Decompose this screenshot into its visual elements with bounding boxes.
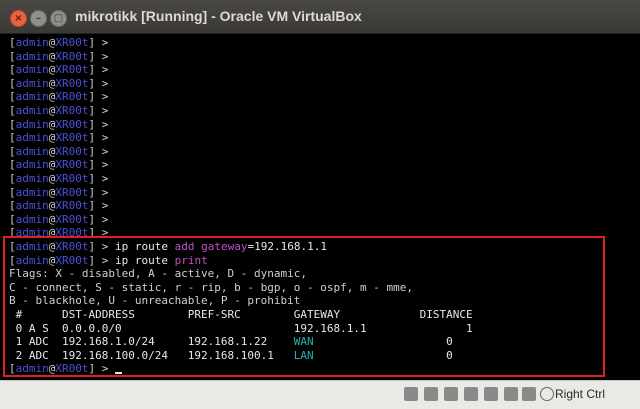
terminal-prompt-line: [admin@XR00t] > xyxy=(9,131,115,144)
network-icon[interactable] xyxy=(464,387,478,401)
prompt-host: XR00t xyxy=(55,90,89,104)
prompt-host: XR00t xyxy=(55,158,89,172)
prompt-bracket: ] > xyxy=(88,117,115,131)
prompt-bracket: [ xyxy=(9,185,16,199)
prompt-user: admin xyxy=(15,49,49,63)
prompt-user: admin xyxy=(15,76,49,90)
prompt-host: XR00t xyxy=(55,144,89,158)
prompt-bracket: ] > xyxy=(88,172,115,185)
prompt-bracket: [ xyxy=(9,199,16,213)
prompt-user: admin xyxy=(15,36,49,49)
terminal-prompt-line: [admin@XR00t] > xyxy=(9,63,115,76)
prompt-user: admin xyxy=(15,185,49,199)
prompt-bracket: [ xyxy=(9,36,16,49)
prompt-host: XR00t xyxy=(55,131,89,145)
prompt-host: XR00t xyxy=(55,172,89,185)
mouse-integration-icon[interactable] xyxy=(540,387,554,401)
prompt-host: XR00t xyxy=(55,63,89,77)
prompt-user: admin xyxy=(15,104,49,117)
optical-drive-icon[interactable] xyxy=(424,387,438,401)
prompt-bracket: [ xyxy=(9,131,16,145)
prompt-bracket: [ xyxy=(9,104,16,117)
prompt-user: admin xyxy=(15,199,49,213)
terminal-prompt-line: [admin@XR00t] > xyxy=(9,36,115,49)
hard-disk-icon[interactable] xyxy=(404,387,418,401)
prompt-bracket: ] > xyxy=(88,104,115,117)
prompt-bracket: ] > xyxy=(88,212,115,226)
terminal-prompt-line: [admin@XR00t] > xyxy=(9,199,115,212)
prompt-user: admin xyxy=(15,212,49,226)
prompt-host: XR00t xyxy=(55,185,89,199)
prompt-bracket: ] > xyxy=(88,76,115,90)
host-key-label: Right Ctrl xyxy=(555,387,606,401)
prompt-bracket: [ xyxy=(9,144,16,158)
terminal-prompt-line: [admin@XR00t] > xyxy=(9,90,115,103)
prompt-bracket: ] > xyxy=(88,185,115,199)
prompt-bracket: [ xyxy=(9,90,16,104)
prompt-bracket: ] > xyxy=(88,49,115,63)
prompt-bracket: ] > xyxy=(88,90,115,104)
prompt-user: admin xyxy=(15,117,49,131)
terminal-prompt-line: [admin@XR00t] > xyxy=(9,145,115,158)
prompt-bracket: ] > xyxy=(88,158,115,172)
prompt-bracket: ] > xyxy=(88,131,115,145)
audio-icon[interactable] xyxy=(444,387,458,401)
prompt-host: XR00t xyxy=(55,49,89,63)
prompt-bracket: [ xyxy=(9,172,16,185)
terminal-prompt-line: [admin@XR00t] > xyxy=(9,77,115,90)
shared-folder-icon[interactable] xyxy=(504,387,518,401)
terminal-prompt-line: [admin@XR00t] > xyxy=(9,118,115,131)
terminal-prompt-line: [admin@XR00t] > xyxy=(9,186,115,199)
prompt-host: XR00t xyxy=(55,212,89,226)
prompt-bracket: [ xyxy=(9,117,16,131)
prompt-bracket: ] > xyxy=(88,199,115,213)
prompt-bracket: [ xyxy=(9,212,16,226)
usb-icon[interactable] xyxy=(484,387,498,401)
prompt-user: admin xyxy=(15,144,49,158)
window-title: mikrotikk [Running] - Oracle VM VirtualB… xyxy=(75,8,362,24)
prompt-bracket: [ xyxy=(9,158,16,172)
prompt-bracket: ] > xyxy=(88,144,115,158)
prompt-bracket: ] > xyxy=(88,36,115,49)
maximize-icon[interactable]: □ xyxy=(50,10,67,27)
prompt-user: admin xyxy=(15,90,49,104)
terminal-prompt-line: [admin@XR00t] > xyxy=(9,50,115,63)
prompt-bracket: [ xyxy=(9,76,16,90)
terminal-prompt-line: [admin@XR00t] > xyxy=(9,104,115,117)
minimize-icon[interactable]: – xyxy=(30,10,47,27)
highlight-rectangle xyxy=(3,236,605,377)
display-icon[interactable] xyxy=(522,387,536,401)
title-bar[interactable]: × – □ mikrotikk [Running] - Oracle VM Vi… xyxy=(0,0,640,34)
prompt-user: admin xyxy=(15,158,49,172)
prompt-host: XR00t xyxy=(55,117,89,131)
prompt-bracket: ] > xyxy=(88,63,115,77)
prompt-user: admin xyxy=(15,172,49,185)
prompt-host: XR00t xyxy=(55,104,89,117)
terminal-prompt-line: [admin@XR00t] > xyxy=(9,172,115,185)
status-bar: Right Ctrl xyxy=(0,380,640,409)
prompt-host: XR00t xyxy=(55,199,89,213)
prompt-bracket: [ xyxy=(9,49,16,63)
prompt-user: admin xyxy=(15,131,49,145)
prompt-host: XR00t xyxy=(55,76,89,90)
close-icon[interactable]: × xyxy=(10,10,27,27)
prompt-bracket: [ xyxy=(9,63,16,77)
terminal-prompt-line: [admin@XR00t] > xyxy=(9,158,115,171)
terminal-prompt-line: [admin@XR00t] > xyxy=(9,213,115,226)
prompt-host: XR00t xyxy=(55,36,89,49)
virtualbox-window: × – □ mikrotikk [Running] - Oracle VM Vi… xyxy=(0,0,640,409)
prompt-user: admin xyxy=(15,63,49,77)
